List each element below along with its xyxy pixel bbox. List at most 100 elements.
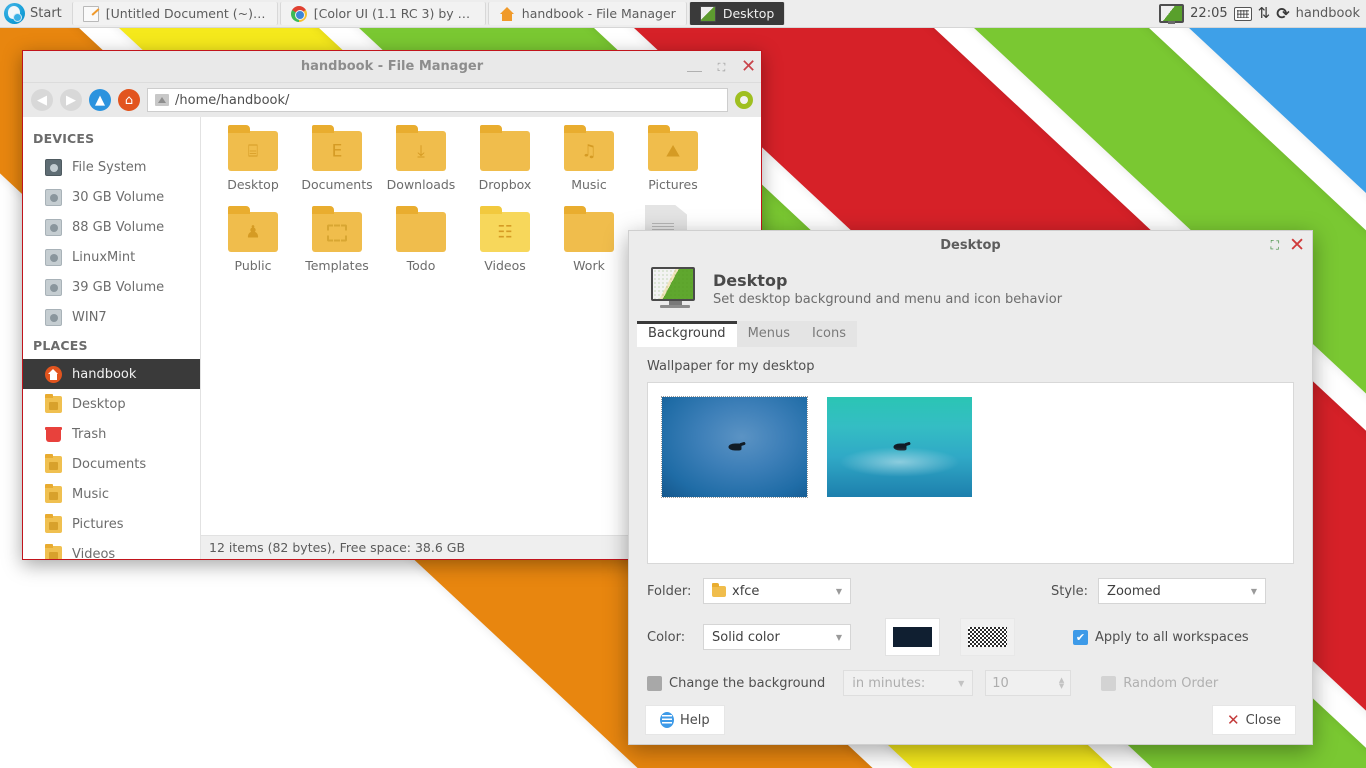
taskbar-button[interactable]: Desktop [689, 2, 786, 25]
checkbox-checked-icon: ✔ [1073, 630, 1088, 645]
sidebar-item-trash[interactable]: Trash [23, 419, 200, 449]
arrow-up-icon[interactable]: ▲ [89, 89, 111, 111]
file-item[interactable]: Dropbox [463, 131, 547, 212]
file-item-label: Dropbox [479, 177, 532, 192]
folder-glyph-icon: ♫ [581, 143, 596, 160]
chevron-down-icon: ▼ [836, 633, 842, 642]
file-item[interactable]: ⤓ Downloads [379, 131, 463, 212]
maximize-icon[interactable]: ⛶ [1271, 239, 1279, 251]
username-label[interactable]: handbook [1296, 6, 1360, 21]
folder-glyph-icon [327, 224, 347, 241]
sidebar-item-label: Pictures [72, 517, 123, 532]
folder-glyph [49, 522, 58, 530]
folder-select[interactable]: xfce ▼ [703, 578, 851, 604]
file-item[interactable]: ☷ Videos [463, 212, 547, 293]
sidebar-item-file-system[interactable]: File System [23, 152, 200, 182]
color-swatch-solid-button[interactable] [885, 618, 940, 656]
taskbar-button-label: Desktop [723, 6, 775, 21]
color-mode-select[interactable]: Solid color ▼ [703, 624, 851, 650]
folder-label: Folder: [647, 584, 703, 599]
places-header: PLACES [23, 332, 200, 359]
file-item[interactable]: Work [547, 212, 631, 293]
color-swatch-alpha-button[interactable] [960, 618, 1015, 656]
sidebar-item-videos[interactable]: Videos [23, 539, 200, 559]
software-update-icon[interactable]: ⟳ [1276, 6, 1289, 22]
folder-icon: ♫ [564, 131, 614, 171]
taskbar-window-list: [Untitled Document (~) ... [Color UI (1.1… [71, 0, 787, 27]
wallpaper-section-label: Wallpaper for my desktop [647, 359, 1294, 374]
sidebar-item-30-gb-volume[interactable]: 30 GB Volume [23, 182, 200, 212]
sidebar-item-documents[interactable]: Documents [23, 449, 200, 479]
start-button[interactable]: Start [0, 0, 71, 27]
sidebar-item-handbook[interactable]: handbook [23, 359, 200, 389]
alpha-checker-swatch [968, 627, 1007, 647]
keyboard-layout-icon[interactable] [1234, 7, 1252, 21]
dialog-subheading: Set desktop background and menu and icon… [713, 292, 1062, 307]
desktop-settings-dialog[interactable]: Desktop ⛶ ✕ Desktop Set desktop backgrou… [628, 230, 1313, 745]
tab-background[interactable]: Background [637, 321, 737, 347]
close-icon[interactable]: ✕ [1289, 236, 1305, 255]
interval-select[interactable]: in minutes: ▼ [843, 670, 973, 696]
tab-menus[interactable]: Menus [737, 321, 801, 347]
sidebar-item-label: File System [72, 160, 146, 175]
folder-icon: ⌸ [228, 131, 278, 171]
dialog-form: Folder: xfce ▼ Style: Zoomed ▼ Color: So… [647, 578, 1294, 696]
network-activity-icon[interactable]: ⇅ [1258, 6, 1271, 21]
close-icon[interactable]: ✕ [740, 59, 757, 76]
sidebar-item-win7[interactable]: WIN7 [23, 302, 200, 332]
file-manager-titlebar[interactable]: handbook - File Manager ⛶ ✕ [23, 51, 761, 83]
interval-number: 10 [992, 676, 1009, 691]
clock[interactable]: 22:05 [1190, 6, 1227, 21]
taskbar-button[interactable]: handbook - File Manager [488, 2, 687, 25]
reload-icon[interactable] [735, 91, 753, 109]
random-order-checkbox[interactable]: Random Order [1101, 676, 1218, 691]
path-input[interactable]: /home/handbook/ [147, 88, 728, 112]
arrow-back-icon[interactable]: ◀ [31, 89, 53, 111]
close-x-icon: ✕ [1227, 713, 1240, 728]
sidebar-item-39-gb-volume[interactable]: 39 GB Volume [23, 272, 200, 302]
folder-glyph-icon: ⌸ [248, 143, 258, 160]
file-manager-title: handbook - File Manager [301, 59, 483, 74]
close-button[interactable]: ✕ Close [1212, 705, 1296, 735]
maximize-icon[interactable]: ⛶ [713, 59, 730, 76]
sidebar-item-88-gb-volume[interactable]: 88 GB Volume [23, 212, 200, 242]
interval-number-stepper[interactable]: 10 ▲ ▼ [985, 670, 1071, 696]
file-item[interactable]: Todo [379, 212, 463, 293]
home-folder-icon [45, 366, 62, 383]
file-item[interactable]: ⌸ Desktop [211, 131, 295, 212]
file-item[interactable]: ⛰ Pictures [631, 131, 715, 212]
file-item[interactable]: ♫ Music [547, 131, 631, 212]
videos-folder-icon [45, 546, 62, 560]
file-item-label: Videos [484, 258, 526, 273]
home-icon[interactable]: ⌂ [118, 89, 140, 111]
file-item[interactable]: Templates [295, 212, 379, 293]
file-item[interactable]: ὜E Documents [295, 131, 379, 212]
minimize-icon[interactable] [686, 59, 703, 76]
apply-all-workspaces-checkbox[interactable]: ✔ Apply to all workspaces [1073, 630, 1249, 645]
sidebar-item-label: 39 GB Volume [72, 280, 164, 295]
help-icon [660, 712, 674, 728]
color-value: Solid color [712, 630, 780, 645]
checkbox-disabled-icon [1101, 676, 1116, 691]
file-item[interactable]: ♟ Public [211, 212, 295, 293]
sidebar-item-music[interactable]: Music [23, 479, 200, 509]
arrow-forward-icon[interactable]: ▶ [60, 89, 82, 111]
wallpaper-thumb-blue[interactable] [662, 397, 807, 497]
wallpaper-list[interactable] [647, 382, 1294, 564]
folder-glyph [49, 492, 58, 500]
help-button[interactable]: Help [645, 705, 725, 735]
taskbar-button[interactable]: [Untitled Document (~) ... [72, 2, 278, 25]
sidebar-item-pictures[interactable]: Pictures [23, 509, 200, 539]
drive-icon [45, 219, 62, 236]
change-background-checkbox[interactable]: Change the background [647, 676, 825, 691]
sidebar-item-desktop[interactable]: Desktop [23, 389, 200, 419]
drive-icon [45, 279, 62, 296]
display-monitor-icon[interactable] [1159, 4, 1184, 23]
style-select[interactable]: Zoomed ▼ [1098, 578, 1266, 604]
sidebar-item-linuxmint[interactable]: LinuxMint [23, 242, 200, 272]
file-manager-sidebar: DEVICES File System 30 GB Volume 88 GB Vol… [23, 117, 201, 559]
dialog-titlebar[interactable]: Desktop ⛶ ✕ [629, 231, 1312, 259]
taskbar-button[interactable]: [Color UI (1.1 RC 3) by C... [280, 2, 486, 25]
wallpaper-thumb-teal[interactable] [827, 397, 972, 497]
tab-icons[interactable]: Icons [801, 321, 857, 347]
